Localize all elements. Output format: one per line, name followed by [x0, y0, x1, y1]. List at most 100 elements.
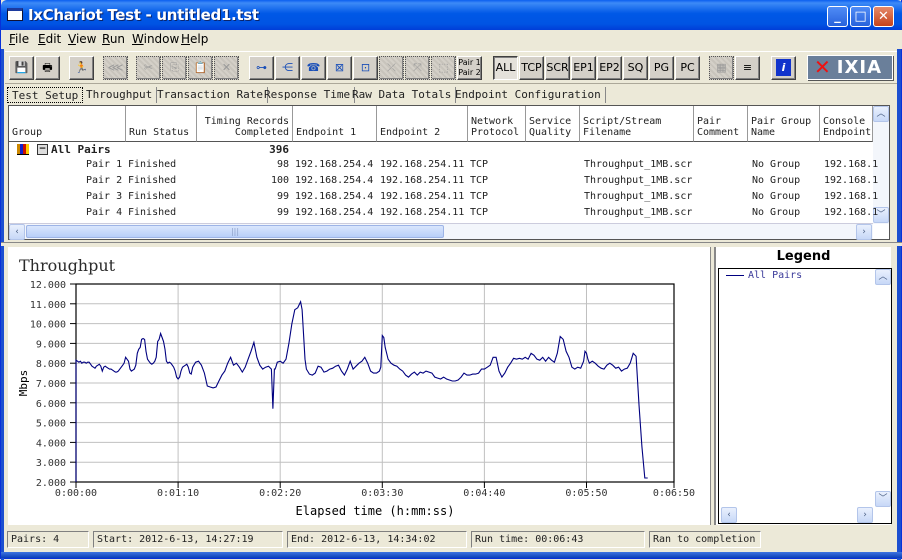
- collapse-toggle-icon[interactable]: −: [37, 144, 48, 155]
- print-icon: 🖶: [42, 61, 53, 74]
- legend-scroll-right-icon[interactable]: ›: [857, 507, 873, 523]
- column-header[interactable]: Pair Comment: [694, 106, 748, 142]
- filter-sq-button[interactable]: SQ: [623, 56, 648, 80]
- filter-ep2-button[interactable]: EP2: [597, 56, 622, 80]
- edit-pair-button[interactable]: ⤫: [379, 56, 404, 80]
- delete-button[interactable]: ✕: [214, 56, 239, 80]
- add-hardware-pair-button[interactable]: ⊠: [327, 56, 352, 80]
- tab-response-time[interactable]: Response Time: [260, 87, 356, 103]
- list-button[interactable]: ≡: [735, 56, 760, 80]
- column-header[interactable]: Script/Stream Filename: [580, 106, 694, 142]
- pair-group-name: No Group: [752, 175, 801, 186]
- y-tick-label: 7.000: [36, 379, 66, 390]
- status-pairs: Pairs: 4: [7, 531, 89, 548]
- console-endpoint: 192.168.1: [824, 207, 879, 218]
- pair-order-button[interactable]: Pair 1 Pair 2: [457, 56, 482, 80]
- tab-raw-data-totals[interactable]: Raw Data Totals: [348, 87, 457, 103]
- column-header[interactable]: Service Quality: [526, 106, 580, 142]
- column-header-label: Service Quality: [529, 116, 572, 138]
- cut-icon: ✂: [143, 61, 154, 74]
- y-axis-label: Mbps: [17, 370, 30, 397]
- add-pair-button[interactable]: ⊶: [249, 56, 274, 80]
- link-pairs-button[interactable]: ⤧: [405, 56, 430, 80]
- column-header[interactable]: Network Protocol: [468, 106, 526, 142]
- legend-swatch: [726, 274, 744, 276]
- column-header[interactable]: Pair Group Name: [748, 106, 820, 142]
- legend-list: All Pairs ︿ ﹀ ‹ ›: [718, 268, 892, 524]
- filter-pc-button[interactable]: PC: [675, 56, 700, 80]
- status-start: Start: 2012-6-13, 14:27:19: [93, 531, 283, 548]
- column-header[interactable]: Endpoint 2: [377, 106, 468, 142]
- column-header[interactable]: Timing Records Completed: [197, 106, 293, 142]
- pane-splitter[interactable]: [1, 242, 902, 246]
- add-pair-icon: ⊶: [256, 61, 267, 74]
- y-tick-label: 11.000: [30, 300, 66, 311]
- menu-run[interactable]: Run: [102, 32, 125, 46]
- scroll-thumb[interactable]: |||: [26, 225, 444, 238]
- pair-name: Pair 1: [86, 159, 123, 170]
- legend-title: Legend: [776, 249, 831, 264]
- select-pairs-button[interactable]: ⬚: [431, 56, 456, 80]
- menu-view[interactable]: View: [68, 32, 96, 46]
- tab-test-setup[interactable]: Test Setup: [7, 87, 84, 103]
- window-border-left: [1, 30, 4, 560]
- copy-button[interactable]: ⎘: [162, 56, 187, 80]
- tab-throughput[interactable]: Throughput: [82, 87, 158, 103]
- horizontal-scrollbar[interactable]: ‹ ||| ›: [9, 223, 873, 240]
- script-filename: Throughput_1MB.scr: [584, 159, 693, 170]
- column-header-label: Timing Records Completed: [204, 116, 289, 138]
- column-header[interactable]: Console Endpoint: [820, 106, 873, 142]
- x-tick-label: 0:01:10: [157, 488, 199, 499]
- filter-ep1-button[interactable]: EP1: [571, 56, 596, 80]
- filter-all-button[interactable]: ALL: [493, 56, 518, 80]
- legend-scroll-up-icon[interactable]: ︿: [875, 269, 891, 285]
- menu-window[interactable]: Window: [132, 32, 179, 46]
- paste-button[interactable]: 📋: [188, 56, 213, 80]
- endpoint-1: 192.168.254.4: [295, 175, 374, 186]
- run-status: Finished: [128, 207, 177, 218]
- column-header-label: Pair Comment: [697, 116, 740, 138]
- menu-edit[interactable]: Edit: [38, 32, 61, 46]
- endpoint-2: 192.168.254.11: [380, 191, 465, 202]
- tab-transaction-rate[interactable]: Transaction Rate: [153, 87, 268, 103]
- ixia-x-icon: ✕: [814, 55, 832, 79]
- filter-pg-button[interactable]: PG: [649, 56, 674, 80]
- stop-button[interactable]: ⋘: [103, 56, 128, 80]
- pair-group-name: No Group: [752, 207, 801, 218]
- legend-entry[interactable]: All Pairs: [726, 270, 802, 281]
- info-button[interactable]: i: [771, 56, 796, 80]
- throughput-chart: Throughput2.0003.0004.0005.0006.0007.000…: [17, 256, 695, 518]
- group-row[interactable]: [9, 143, 873, 158]
- minimize-button[interactable]: _: [827, 6, 848, 27]
- filter-tcp-button[interactable]: TCP: [519, 56, 544, 80]
- delete-icon: ✕: [221, 61, 232, 74]
- legend-scroll-left-icon[interactable]: ‹: [721, 507, 737, 523]
- close-button[interactable]: ✕: [873, 6, 894, 27]
- column-header[interactable]: Run Status: [126, 106, 197, 142]
- scroll-up-icon[interactable]: ︿: [873, 106, 889, 122]
- add-voip-button[interactable]: ☎: [301, 56, 326, 80]
- tab-endpoint-configuration[interactable]: Endpoint Configuration: [451, 87, 606, 103]
- legend-scroll-down-icon[interactable]: ﹀: [875, 491, 891, 507]
- print-button[interactable]: 🖶: [35, 56, 60, 80]
- menu-help[interactable]: Help: [181, 32, 208, 46]
- scroll-left-icon[interactable]: ‹: [9, 224, 25, 240]
- scroll-right-icon[interactable]: ›: [856, 224, 872, 240]
- filter-scr-button[interactable]: SCR: [545, 56, 570, 80]
- grid-button[interactable]: ▦: [709, 56, 734, 80]
- run-button[interactable]: 🏃: [69, 56, 94, 80]
- add-multicast-button[interactable]: ⋲: [275, 56, 300, 80]
- cut-button[interactable]: ✂: [136, 56, 161, 80]
- save-button[interactable]: 💾: [9, 56, 34, 80]
- maximize-button[interactable]: □: [850, 6, 871, 27]
- network-protocol: TCP: [470, 175, 489, 186]
- pair-group-name: No Group: [752, 191, 801, 202]
- column-header[interactable]: Endpoint 1: [293, 106, 377, 142]
- column-header[interactable]: Group: [9, 106, 126, 142]
- menu-file[interactable]: File: [9, 32, 29, 46]
- window-border-right: [897, 30, 901, 560]
- ixia-logo-text: IXIA: [836, 57, 882, 78]
- add-hardware-voip-button[interactable]: ⊡: [353, 56, 378, 80]
- title-bar[interactable]: IxChariot Test - untitled1.tst _ □ ✕: [1, 0, 902, 30]
- y-tick-label: 9.000: [36, 339, 66, 350]
